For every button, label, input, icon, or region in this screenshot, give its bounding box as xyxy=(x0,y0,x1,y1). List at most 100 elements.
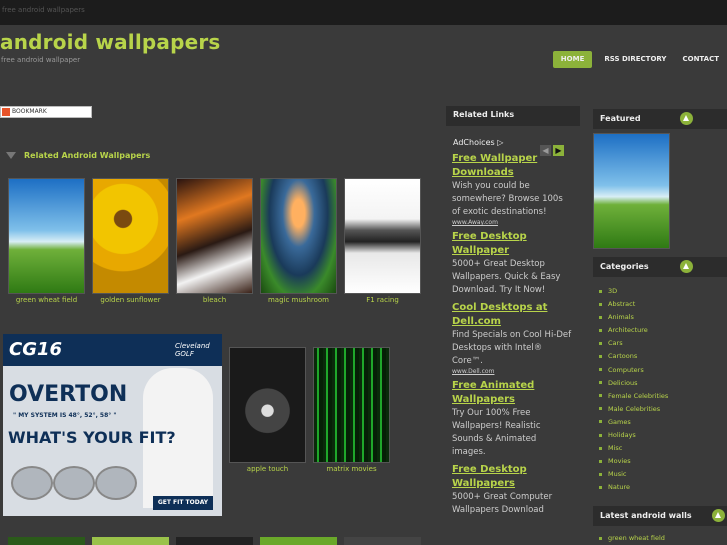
related-links-heading: Related Links xyxy=(446,106,580,126)
thumb-image[interactable] xyxy=(229,347,306,463)
text-ads-list: Free Wallpaper Downloads Wish you could … xyxy=(452,152,572,521)
category-link[interactable]: Holidays xyxy=(599,429,668,442)
featured-heading-text: Featured xyxy=(600,114,641,123)
categories-heading-text: Categories xyxy=(600,262,649,271)
latest-heading-text: Latest android walls xyxy=(600,511,692,520)
adchoices-label[interactable]: AdChoices xyxy=(453,138,495,147)
bookmark-button[interactable]: BOOKMARK xyxy=(0,106,92,118)
thumb-caption[interactable]: golden sunflower xyxy=(92,296,169,304)
thumb-image[interactable] xyxy=(92,178,169,294)
category-link[interactable]: Cartoons xyxy=(599,350,668,363)
text-ad: Free Desktop Wallpaper 5000+ Great Deskt… xyxy=(452,230,572,297)
category-link[interactable]: Movies xyxy=(599,455,668,468)
thumb-image[interactable] xyxy=(8,178,85,294)
text-ad: Free Animated Wallpapers Try Our 100% Fr… xyxy=(452,379,572,459)
category-link[interactable]: Female Celebrities xyxy=(599,390,668,403)
collapse-arrow-icon[interactable] xyxy=(680,112,693,125)
share-icon xyxy=(2,108,10,116)
wallpaper-thumb[interactable]: matrix movies xyxy=(313,347,390,473)
nav-home[interactable]: HOME xyxy=(552,51,593,68)
category-link[interactable]: Misc xyxy=(599,442,668,455)
bookmark-label: BOOKMARK xyxy=(12,108,47,115)
wallpaper-thumb[interactable]: magic mushroom xyxy=(260,178,337,304)
top-bar: free android wallpapers xyxy=(0,0,727,25)
ad-brand: CG16 xyxy=(9,339,63,360)
text-ad: Free Wallpaper Downloads Wish you could … xyxy=(452,152,572,226)
text-ad: Cool Desktops at Dell.com Find Specials … xyxy=(452,301,572,375)
wallpaper-thumb[interactable]: apple touch xyxy=(229,347,306,473)
wallpaper-thumb[interactable] xyxy=(176,537,253,545)
site-title[interactable]: android wallpapers xyxy=(0,30,221,54)
featured-wallpaper[interactable] xyxy=(593,133,670,249)
text-ad-desc: Find Specials on Cool Hi-Def Desktops wi… xyxy=(452,330,572,366)
top-bar-text: free android wallpapers xyxy=(2,6,85,14)
thumb-image[interactable] xyxy=(176,178,253,294)
thumb-caption[interactable]: bleach xyxy=(176,296,253,304)
adchoices-icon: ▷ xyxy=(497,138,504,147)
ad-quote: " MY SYSTEM IS 48°, 52°, 58° " xyxy=(13,412,117,419)
latest-heading: Latest android walls xyxy=(593,506,727,526)
categories-heading: Categories xyxy=(593,257,727,277)
thumb-caption[interactable]: magic mushroom xyxy=(260,296,337,304)
categories-list: 3D Abstract Animals Architecture Cars Ca… xyxy=(599,285,668,495)
wallpaper-thumb[interactable] xyxy=(344,537,421,545)
text-ad-desc: Wish you could be somewhere? Browse 100s… xyxy=(452,181,563,217)
category-link[interactable]: 3D xyxy=(599,285,668,298)
category-link[interactable]: Games xyxy=(599,416,668,429)
related-links-box: Related Links xyxy=(446,106,580,126)
related-heading-text: Related Android Wallpapers xyxy=(24,151,151,160)
category-link[interactable]: Delicious xyxy=(599,377,668,390)
category-link[interactable]: Computers xyxy=(599,364,668,377)
triangle-icon xyxy=(6,152,16,159)
featured-heading: Featured xyxy=(593,109,727,129)
wallpaper-thumb[interactable] xyxy=(92,537,169,545)
text-ad-url[interactable]: www.Away.com xyxy=(452,219,572,226)
wedge-club-image xyxy=(53,466,95,500)
thumb-caption[interactable]: green wheat field xyxy=(8,296,85,304)
wallpaper-thumb[interactable]: bleach xyxy=(176,178,253,304)
ad-cta-button[interactable]: GET FIT TODAY xyxy=(153,496,213,510)
category-link[interactable]: Nature xyxy=(599,481,668,494)
text-ad: Free Desktop Wallpapers 5000+ Great Comp… xyxy=(452,463,572,517)
collapse-arrow-icon[interactable] xyxy=(712,509,725,522)
thumb-caption[interactable]: F1 racing xyxy=(344,296,421,304)
ad-headline: OVERTON xyxy=(9,382,128,407)
collapse-arrow-icon[interactable] xyxy=(680,260,693,273)
text-ad-desc: 5000+ Great Computer Wallpapers Download xyxy=(452,492,553,515)
category-link[interactable]: Music xyxy=(599,468,668,481)
thumb-image[interactable] xyxy=(313,347,390,463)
thumb-caption[interactable]: matrix movies xyxy=(313,465,390,473)
wedge-club-image xyxy=(11,466,53,500)
wallpaper-thumb[interactable]: golden sunflower xyxy=(92,178,169,304)
text-ad-url[interactable]: www.Dell.com xyxy=(452,368,572,375)
ad-maker: Cleveland GOLF xyxy=(175,342,210,358)
text-ad-title[interactable]: Free Desktop Wallpapers xyxy=(452,463,572,491)
nav-rss-directory[interactable]: RSS DIRECTORY xyxy=(596,51,674,68)
main-nav: HOME RSS DIRECTORY CONTACT xyxy=(552,51,727,68)
wallpaper-thumb[interactable]: green wheat field xyxy=(8,178,85,304)
thumb-image[interactable] xyxy=(344,178,421,294)
nav-contact[interactable]: CONTACT xyxy=(674,51,727,68)
wallpaper-thumb[interactable] xyxy=(8,537,85,545)
thumb-caption[interactable]: apple touch xyxy=(229,465,306,473)
related-wallpapers-heading: Related Android Wallpapers xyxy=(6,151,150,160)
text-ad-desc: 5000+ Great Desktop Wallpapers. Quick & … xyxy=(452,259,561,295)
thumb-image[interactable] xyxy=(260,178,337,294)
text-ad-title[interactable]: Cool Desktops at Dell.com xyxy=(452,301,572,329)
category-link[interactable]: Male Celebrities xyxy=(599,403,668,416)
site-subtitle: free android wallpaper xyxy=(1,56,81,64)
category-link[interactable]: Architecture xyxy=(599,324,668,337)
category-link[interactable]: Animals xyxy=(599,311,668,324)
wallpaper-thumb[interactable] xyxy=(260,537,337,545)
category-link[interactable]: Abstract xyxy=(599,298,668,311)
adchoices-link[interactable]: AdChoices ▷ xyxy=(453,138,503,147)
category-link[interactable]: Cars xyxy=(599,337,668,350)
text-ad-desc: Try Our 100% Free Wallpapers! Realistic … xyxy=(452,408,541,457)
text-ad-title[interactable]: Free Animated Wallpapers xyxy=(452,379,572,407)
latest-link[interactable]: green wheat field xyxy=(599,534,665,542)
text-ad-title[interactable]: Free Wallpaper Downloads xyxy=(452,152,572,180)
banner-ad[interactable]: CG16 Cleveland GOLF OVERTON " MY SYSTEM … xyxy=(3,334,222,516)
wallpaper-thumb[interactable]: F1 racing xyxy=(344,178,421,304)
ad-tagline: WHAT'S YOUR FIT? xyxy=(8,428,176,447)
text-ad-title[interactable]: Free Desktop Wallpaper xyxy=(452,230,572,258)
